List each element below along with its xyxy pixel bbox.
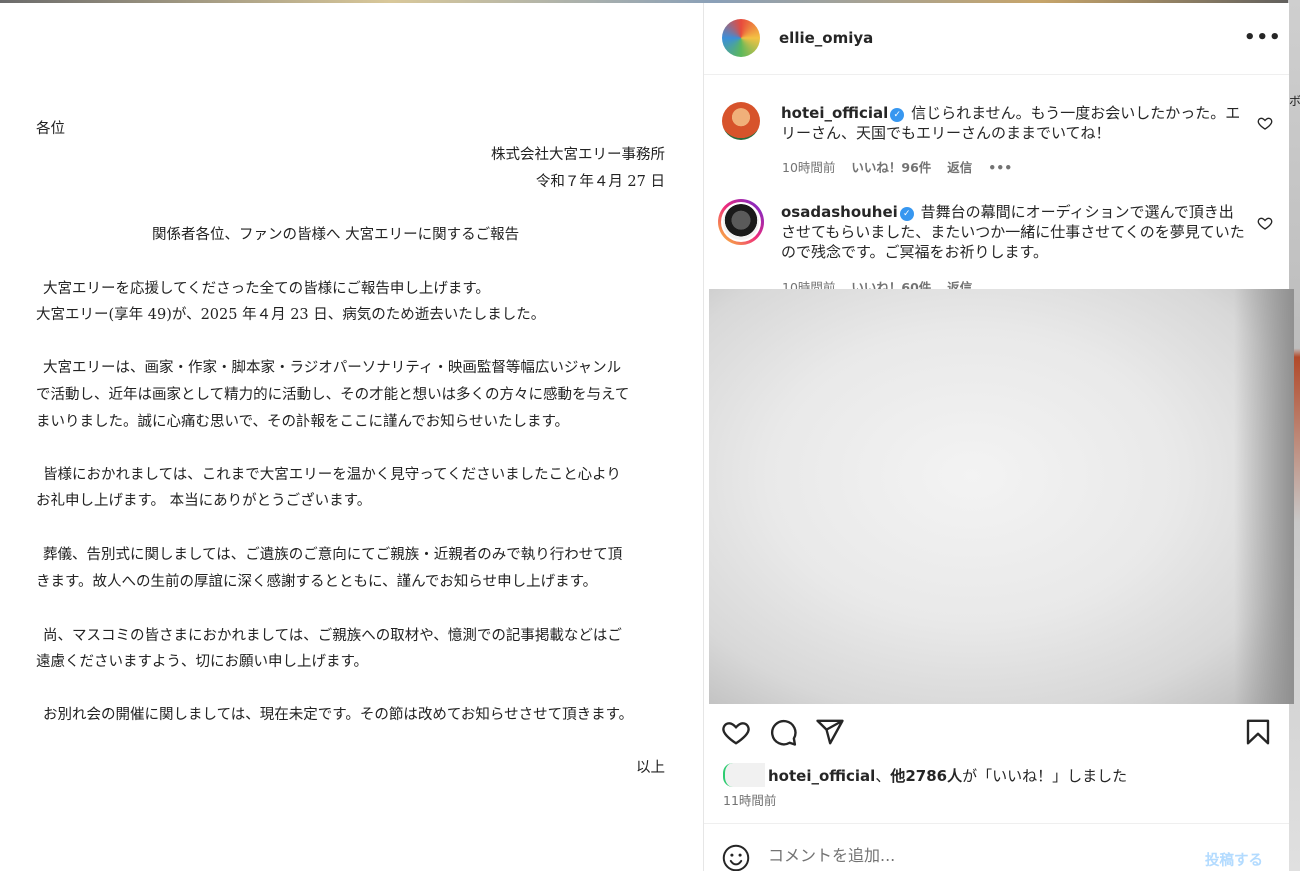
post-header: ellie_omiya •••	[704, 3, 1289, 75]
letter-line: 尚、マスコミの皆さまにおかれましては、ご親族への取材や、憶測での記事掲載などはご	[43, 628, 622, 644]
blurred-overlay	[709, 289, 1294, 704]
heart-icon[interactable]	[721, 717, 751, 747]
letter-line: 遠慮くださいますよう、切にお願い申し上げます。	[36, 654, 369, 670]
heart-icon[interactable]	[1257, 215, 1273, 231]
smiley-icon[interactable]	[722, 844, 750, 871]
post-author-username[interactable]: ellie_omiya	[779, 29, 873, 47]
bookmark-icon[interactable]	[1243, 717, 1273, 747]
liker-avatars	[723, 763, 765, 787]
avatar[interactable]	[718, 199, 764, 245]
letter-line: 皆様におかれましては、これまで大宮エリーを温かく見守ってくださいましたこと心より	[43, 467, 621, 483]
letter-line: 大宮エリーを応援してくださった全ての皆様にご報告申し上げます。	[43, 281, 490, 297]
comment-time: 10時間前	[782, 160, 836, 175]
letter-line: お礼申し上げます。 本当にありがとうございます。	[36, 493, 372, 509]
comment-input[interactable]	[768, 846, 1188, 865]
post-sidebar: ellie_omiya ••• hotei_official ✓ 信じられません。…	[704, 3, 1294, 871]
action-bar	[704, 709, 1289, 759]
more-options-icon[interactable]: •••	[1244, 27, 1282, 48]
avatar[interactable]	[722, 102, 760, 140]
likes-suffix: が「いいね！」しました	[962, 767, 1128, 785]
likes-others[interactable]: 他2786人	[890, 767, 962, 785]
letter-closing: 以上	[636, 760, 665, 776]
letter-line: まいりました。誠に心痛む思いで、その訃報をここに謹んでお知らせいたします。	[36, 414, 570, 430]
share-icon[interactable]	[815, 717, 845, 747]
reply-button[interactable]: 返信	[947, 160, 972, 175]
letter-line: 大宮エリーは、画家・作家・脚本家・ラジオパーソナリティ・映画監督等幅広いジャンル	[43, 360, 622, 376]
avatar[interactable]	[722, 19, 760, 57]
comment-icon[interactable]	[768, 717, 798, 747]
letter-line: きます。故人への生前の厚誼に深く感謝するとともに、謹んでお知らせ申し上げます。	[36, 574, 598, 590]
letter-date: 令和７年４月 27 日	[535, 174, 665, 190]
comment-text: osadashouhei ✓ 昔舞台の幕間にオーディションで選んで頂き出させてもら…	[781, 202, 1246, 262]
likes-user[interactable]: hotei_official	[768, 767, 875, 785]
likes-summary: hotei_official、他2786人が「いいね！」しました	[723, 763, 1127, 787]
post-modal: 各位 株式会社大宮エリー事務所 令和７年４月 27 日 関係者各位、ファンの皆様…	[0, 3, 1294, 871]
post-image-letter: 各位 株式会社大宮エリー事務所 令和７年４月 27 日 関係者各位、ファンの皆様…	[0, 3, 704, 871]
add-comment-bar: 投稿する	[704, 823, 1289, 871]
letter-salutation: 各位	[36, 121, 65, 137]
heart-icon[interactable]	[1257, 115, 1273, 131]
post-comment-button[interactable]: 投稿する	[1205, 849, 1263, 870]
letter-line: 大宮エリー(享年 49)が、2025 年４月 23 日、病気のため逝去いたしまし…	[36, 307, 546, 323]
letter-line: お別れ会の開催に関しましては、現在未定です。その節は改めてお知らせさせて頂きます…	[43, 707, 634, 723]
comment-likes[interactable]: いいね！96件	[851, 160, 931, 175]
comment-meta: 10時間前 いいね！96件 返信 •••	[782, 157, 1024, 176]
letter-company: 株式会社大宮エリー事務所	[491, 147, 665, 163]
comment-username[interactable]: osadashouhei	[781, 203, 898, 221]
letter-subject: 関係者各位、ファンの皆様へ 大宮エリーに関するご報告	[152, 227, 520, 243]
verified-icon: ✓	[890, 108, 905, 122]
likes-separator: 、	[875, 767, 891, 785]
post-timestamp[interactable]: 11時間前	[723, 790, 776, 809]
letter-line: 葬儀、告別式に関しましては、ご遺族のご意向にてご親族・近親者のみで執り行わせて頂	[43, 547, 623, 563]
verified-icon: ✓	[899, 207, 914, 221]
more-options-icon[interactable]: •••	[988, 160, 1012, 175]
letter-line: で活動し、近年は画家として精力的に活動し、その才能と想いは多くの方々に感動を与え…	[36, 387, 630, 403]
background-edge-text: ボ	[1289, 94, 1300, 108]
comment-username[interactable]: hotei_official	[781, 104, 888, 122]
comment-text: hotei_official ✓ 信じられません。もう一度お会いしたかった。エリー…	[781, 103, 1246, 143]
